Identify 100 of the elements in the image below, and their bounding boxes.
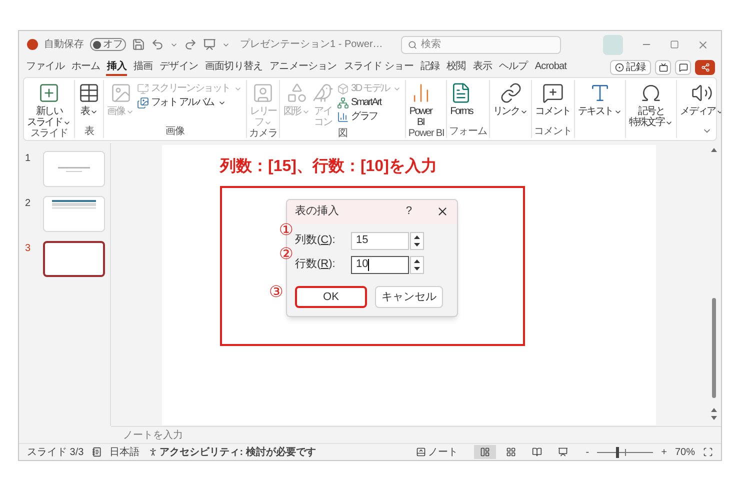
slide-number: 1 (25, 152, 32, 166)
autosave-toggle[interactable]: オフ (90, 38, 126, 51)
accessibility-status: アクセシビリティ: 検討が必要です (160, 446, 316, 460)
view-button[interactable] (474, 445, 496, 459)
record-icon (615, 63, 624, 72)
number-field[interactable]: 10 (351, 256, 409, 274)
group-label: スライド (29, 128, 69, 140)
ribbon-button[interactable]: 記号と 特殊文字 (628, 80, 674, 128)
zoom-in-button[interactable]: + (661, 444, 667, 460)
comments-button[interactable] (675, 60, 691, 75)
ribbon-tab[interactable]: 画面切り替え (204, 60, 264, 76)
group-label: 表 (84, 126, 95, 138)
ribbon-tab[interactable]: 校閲 (446, 60, 467, 76)
scrollbar-thumb[interactable] (712, 298, 716, 398)
group-label: 図 (337, 128, 349, 140)
ribbon-tab[interactable]: デザイン (158, 60, 200, 76)
screen-icon (658, 63, 668, 72)
zoom-out-button[interactable]: - (586, 444, 590, 460)
share-icon (700, 63, 710, 72)
annotation-caption: 列数：[15]、行数：[10]を入力 (220, 156, 438, 176)
autosave-label: 自動保存 (44, 38, 84, 52)
chart-icon (337, 111, 350, 123)
ribbon-tab[interactable]: ヘルプ (498, 60, 529, 76)
shapes-icon (286, 82, 308, 104)
link-icon (500, 82, 522, 104)
reading-view-icon (532, 447, 542, 457)
group-label: カメラ (249, 128, 278, 140)
undo-icon[interactable] (151, 38, 164, 51)
close-icon[interactable] (436, 205, 449, 218)
app-logo-icon (27, 39, 38, 50)
maximize-icon[interactable] (670, 40, 679, 49)
group-label: Power BI (408, 128, 444, 140)
number-field[interactable]: 15 (351, 232, 409, 250)
ribbon-button[interactable]: SmartArt (335, 96, 404, 110)
slide-thumbnail-drawing (52, 200, 96, 209)
grid-view-icon (506, 447, 516, 457)
slide-thumbnail[interactable] (43, 241, 105, 277)
ribbon-button[interactable]: 表 (77, 80, 102, 117)
ribbon-tab[interactable]: 記録 (419, 60, 441, 76)
slide-counter: スライド 3/3 (27, 446, 84, 460)
dialog-button[interactable]: OK (295, 286, 367, 308)
search-icon (408, 40, 417, 50)
spinner-icon[interactable] (410, 232, 424, 250)
ribbon-tab[interactable]: アニメーション (268, 60, 338, 76)
search-field[interactable]: 検索 (420, 37, 554, 52)
ribbon-button[interactable]: 新しい スライド (26, 80, 72, 128)
normal-view-icon (480, 447, 490, 457)
photo-album-icon (136, 97, 149, 109)
comment-icon (542, 82, 564, 104)
portrait-frame-icon (252, 82, 274, 104)
ribbon-tab[interactable]: スライド ショー (342, 60, 414, 76)
present-button[interactable] (655, 60, 671, 75)
help-button[interactable]: ? (406, 203, 412, 220)
record-button[interactable]: 記録 (610, 60, 651, 75)
notes-button[interactable]: ノート (416, 444, 458, 460)
group-label: 画像 (164, 126, 186, 138)
group-label: フォーム (449, 126, 487, 138)
ribbon-button[interactable]: コメント (534, 80, 572, 117)
table-icon (78, 82, 100, 104)
slide-navigation-icon[interactable] (710, 406, 718, 422)
ribbon-tab[interactable]: Acrobat (534, 60, 568, 76)
save-icon[interactable] (132, 38, 145, 51)
ribbon-button[interactable]: リンク (492, 80, 530, 117)
cube-icon (337, 83, 350, 95)
ribbon-tab[interactable]: ファイル (25, 60, 66, 76)
notes-book-icon[interactable] (92, 447, 102, 457)
ribbon-tab[interactable]: ホーム (70, 60, 102, 76)
ribbon-button[interactable]: メディア (679, 80, 721, 117)
ribbon-button[interactable]: Power BI (408, 80, 433, 128)
search-bar[interactable]: 検索 (400, 36, 561, 54)
image-icon (110, 82, 132, 104)
group-label: コメント (534, 126, 572, 138)
ribbon-tab[interactable]: 描画 (132, 60, 154, 76)
slide-thumbnail-drawing (58, 166, 90, 172)
accessibility-icon (148, 447, 158, 457)
fit-to-window-icon[interactable] (703, 447, 713, 457)
ribbon-button[interactable]: フォト アルバム (134, 96, 244, 110)
zoom-level: 70% (674, 446, 695, 460)
dialog-button[interactable]: キャンセル (375, 286, 443, 308)
zoom-slider[interactable] (597, 446, 654, 458)
scroll-up-icon[interactable] (710, 147, 718, 153)
slide-number: 2 (25, 197, 32, 211)
ribbon-button[interactable]: Forms (449, 80, 474, 117)
ribbon-tab[interactable]: 表示 (472, 60, 494, 76)
screenshot-icon (136, 83, 149, 95)
ribbon-button[interactable]: グラフ (335, 110, 404, 124)
step-marker: ③ (269, 284, 283, 300)
step-marker: ② (279, 246, 293, 262)
slideshow-icon[interactable] (203, 38, 216, 51)
field-label: 列数(C): (295, 233, 336, 248)
omega-icon (640, 82, 662, 104)
language-label: 日本語 (110, 446, 140, 460)
redo-icon[interactable] (184, 38, 197, 51)
ribbon-button[interactable]: テキスト (576, 80, 624, 117)
spinner-icon[interactable] (410, 256, 424, 274)
share-button[interactable] (695, 60, 715, 75)
slide-number: 3 (25, 242, 32, 256)
step-marker: ① (279, 222, 293, 238)
notes-field[interactable]: ノートを入力 (123, 428, 721, 442)
zoom-slider-thumb[interactable] (616, 446, 620, 458)
